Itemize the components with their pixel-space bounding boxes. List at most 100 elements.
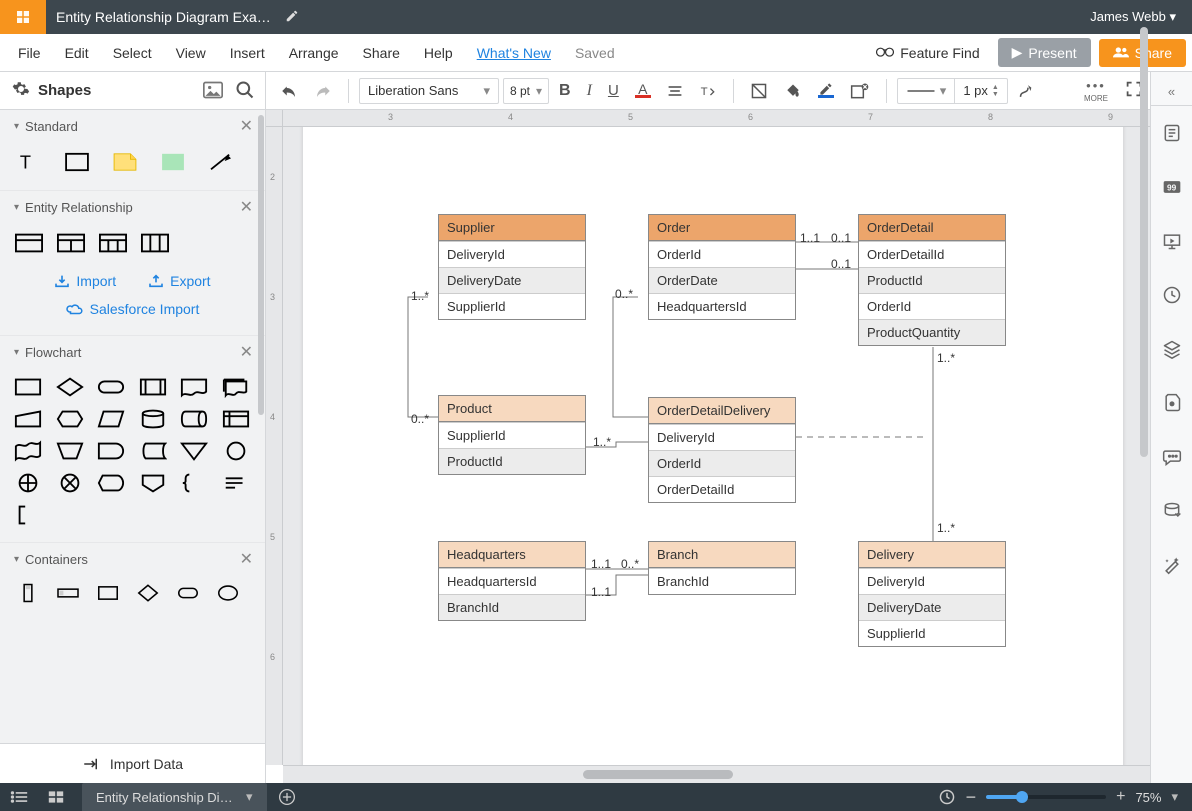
line-style-select[interactable]: ▾ (898, 79, 955, 103)
cont-2[interactable] (54, 583, 82, 603)
menu-insert[interactable]: Insert (218, 37, 277, 69)
outline-view-button[interactable] (0, 783, 38, 811)
dock-data-icon[interactable] (1151, 484, 1192, 538)
zoom-slider[interactable] (986, 795, 1106, 799)
border-color-button[interactable] (812, 79, 840, 102)
fc-process[interactable] (14, 376, 42, 398)
panel-entity-head[interactable]: ▾Entity Relationship✕ (0, 191, 265, 223)
dock-magic-icon[interactable] (1151, 538, 1192, 592)
fc-data[interactable] (97, 408, 125, 430)
underline-button[interactable]: U (602, 78, 625, 103)
fc-connector[interactable] (222, 440, 250, 462)
collapse-dock-button[interactable]: « (1151, 78, 1192, 106)
close-icon[interactable]: ✕ (240, 549, 253, 569)
feature-find[interactable]: Feature Find (866, 38, 989, 67)
app-logo[interactable] (0, 0, 46, 34)
dock-history-icon[interactable] (1151, 268, 1192, 322)
text-options-button[interactable]: T (693, 79, 723, 103)
fc-directdata[interactable] (180, 408, 208, 430)
cont-1[interactable] (14, 583, 42, 603)
entity-branch[interactable]: Branch BranchId (648, 541, 796, 595)
bold-button[interactable]: B (553, 78, 577, 104)
fc-decision[interactable] (56, 376, 84, 398)
shape-rect[interactable] (62, 150, 92, 174)
cont-5[interactable] (174, 583, 202, 603)
page-tab[interactable]: Entity Relationship Dia… ▾ (82, 783, 267, 811)
entity-orderdetail[interactable]: OrderDetail OrderDetailId ProductId Orde… (858, 214, 1006, 346)
fc-internal[interactable] (222, 408, 250, 430)
zoom-control[interactable]: − + 75% ▾ (966, 787, 1192, 808)
line-style[interactable]: ▾ 1 px▲▼ (897, 78, 1008, 104)
fill-color-button[interactable] (778, 78, 808, 104)
fc-predef[interactable] (139, 376, 167, 398)
grid-view-button[interactable] (38, 783, 74, 811)
entity-delivery[interactable]: Delivery DeliveryId DeliveryDate Supplie… (858, 541, 1006, 647)
dock-layers-icon[interactable] (1151, 322, 1192, 376)
panel-flowchart-head[interactable]: ▾Flowchart✕ (0, 336, 265, 368)
close-icon[interactable]: ✕ (240, 116, 253, 136)
align-button[interactable] (661, 80, 689, 102)
shape-er-4[interactable] (140, 231, 170, 255)
close-icon[interactable]: ✕ (240, 197, 253, 217)
text-color-button[interactable]: A (629, 79, 657, 102)
entity-headquarters[interactable]: Headquarters HeadquartersId BranchId (438, 541, 586, 621)
fc-papertape[interactable] (14, 440, 42, 462)
shape-arrow[interactable] (206, 150, 236, 174)
panel-standard-head[interactable]: ▾Standard✕ (0, 110, 265, 142)
zoom-in-button[interactable]: + (1116, 788, 1125, 806)
fc-merge[interactable] (180, 440, 208, 462)
import-data-button[interactable]: Import Data (0, 743, 265, 783)
gear-icon[interactable] (12, 80, 30, 101)
diagram-page[interactable]: 1..* 0..* 0..* 1..1 0..1 0..1 1..* 1..* … (303, 127, 1123, 765)
entity-orderdetaildelivery[interactable]: OrderDetailDelivery DeliveryId OrderId O… (648, 397, 796, 503)
document-title[interactable]: Entity Relationship Diagram Exa… (46, 9, 271, 25)
shape-fill-button[interactable] (744, 78, 774, 104)
shape-note[interactable] (110, 150, 140, 174)
fc-multidoc[interactable] (222, 376, 250, 398)
undo-button[interactable] (274, 79, 304, 103)
dock-notes-icon[interactable] (1151, 106, 1192, 160)
entity-order[interactable]: Order OrderId OrderDate HeadquartersId (648, 214, 796, 320)
fc-manualop[interactable] (56, 440, 84, 462)
menu-file[interactable]: File (6, 37, 53, 69)
vertical-scrollbar[interactable] (1138, 17, 1150, 793)
cont-3[interactable] (94, 583, 122, 603)
present-button[interactable]: ▶ Present (998, 38, 1091, 67)
add-page-button[interactable] (273, 783, 301, 811)
fc-manualinput[interactable] (14, 408, 42, 430)
cont-6[interactable] (214, 583, 242, 603)
sync-button[interactable] (928, 783, 966, 811)
fc-delay[interactable] (97, 440, 125, 462)
shape-er-2[interactable] (56, 231, 86, 255)
italic-button[interactable]: I (581, 78, 598, 104)
edit-title-icon[interactable] (285, 9, 299, 26)
menu-share[interactable]: Share (351, 37, 412, 69)
shape-er-3[interactable] (98, 231, 128, 255)
panel-containers-head[interactable]: ▾Containers✕ (0, 543, 265, 575)
dock-present-icon[interactable] (1151, 214, 1192, 268)
menu-edit[interactable]: Edit (53, 37, 101, 69)
menu-whats-new[interactable]: What's New (465, 37, 563, 69)
menu-view[interactable]: View (164, 37, 218, 69)
horizontal-scrollbar[interactable] (283, 765, 1150, 783)
font-select[interactable]: Liberation Sans▾ (359, 78, 499, 104)
fc-bracketl[interactable] (14, 504, 42, 526)
fc-storeddata[interactable] (139, 440, 167, 462)
image-icon[interactable] (203, 81, 223, 102)
more-button[interactable]: •••MORE (1084, 78, 1108, 103)
close-icon[interactable]: ✕ (240, 342, 253, 362)
fc-database[interactable] (139, 408, 167, 430)
line-options-button[interactable] (1012, 78, 1044, 104)
fc-document[interactable] (180, 376, 208, 398)
ruler-vertical[interactable]: 2 3 4 5 6 (266, 127, 283, 765)
left-scrollbar[interactable] (257, 111, 265, 743)
fc-preparation[interactable] (56, 408, 84, 430)
canvas[interactable]: 1..* 0..* 0..* 1..1 0..1 0..1 1..* 1..* … (283, 127, 1150, 765)
fc-or[interactable] (14, 472, 42, 494)
redo-button[interactable] (308, 79, 338, 103)
fc-display[interactable] (97, 472, 125, 494)
export-link[interactable]: Export (148, 273, 210, 289)
entity-product[interactable]: Product SupplierId ProductId (438, 395, 586, 475)
dock-master-icon[interactable] (1151, 376, 1192, 430)
import-link[interactable]: Import (54, 273, 116, 289)
